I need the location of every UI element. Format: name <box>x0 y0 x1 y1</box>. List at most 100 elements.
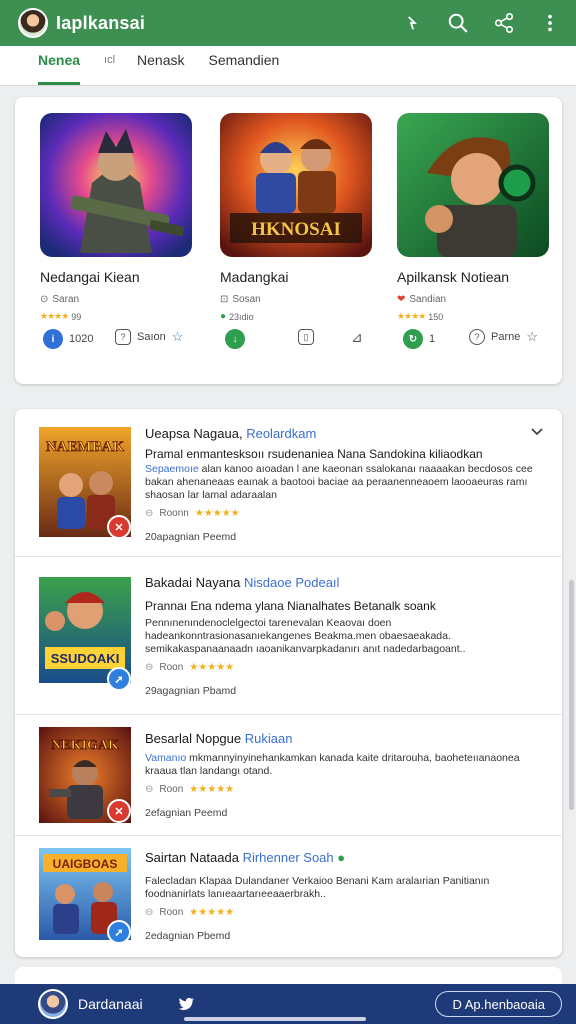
list-item[interactable]: UAIGBOAS ➚ Sairtan Nataada Rirhenner Soa… <box>15 836 562 957</box>
featured-app[interactable]: Nedangai Kiean ⊙ Saran ★★★★ 99 <box>40 113 200 322</box>
rating-icon: ⊖ <box>145 784 154 795</box>
app-title[interactable]: Ueapsa Nagaua, Reolardkam <box>145 426 540 441</box>
chart-icon: ⊿ <box>351 329 363 345</box>
app-tagline: Pramal enmantesksoıı rsudenaniea Nana Sa… <box>145 447 483 461</box>
featured-app-rating: ★★★★ 99 <box>40 311 200 322</box>
featured-apps-card: Nedangai Kiean ⊙ Saran ★★★★ 99 HKNOSAI M… <box>15 97 562 384</box>
developer-link[interactable]: Rukiaan <box>245 731 293 746</box>
featured-app-sub-text: Sandian <box>409 294 447 305</box>
featured-app-name: Nedangai Kiean <box>40 269 140 285</box>
app-description: Falecladan Klapaa Dulandaner Verkaioo Be… <box>145 875 490 900</box>
app-title[interactable]: Besarlal Nopgue Rukiaan <box>145 731 540 746</box>
list-item[interactable]: SSUDOAKI ➚ Bakadai Nayana Nisdaoe Podeaı… <box>15 557 562 715</box>
featured-app-rating-text: 99 <box>71 311 82 322</box>
app-description: Sepaemoıe alan kanoo aıoadan l ane kaeon… <box>145 463 533 501</box>
app-description: Pennınenındenoclelgectoi tarenevalan Kea… <box>145 617 466 655</box>
bird-icon[interactable] <box>177 995 195 1013</box>
featured-app-rating: ● 23ıdio <box>220 311 380 322</box>
verified-icon: ● <box>220 311 227 322</box>
list-item[interactable]: NEKIGAK ✕ Besarlal Nopgue Rukiaan Vamanı… <box>15 715 562 836</box>
rating-icon: ⊖ <box>145 662 154 673</box>
featured-app-rating-text: 23ıdio <box>229 311 254 322</box>
app-title[interactable]: Sairtan Nataada Rirhenner Soah ● <box>145 850 540 865</box>
info-icon: ⊡ <box>220 294 229 305</box>
download-count: 1020 <box>69 333 94 345</box>
list-item[interactable]: NAEMBAK ✕ Ueapsa Nagaua, Reolardkam Pram… <box>15 409 562 557</box>
app-list-card: NAEMBAK ✕ Ueapsa Nagaua, Reolardkam Pram… <box>15 409 562 957</box>
install-button-2[interactable]: ↻ 1 <box>403 329 435 349</box>
share-badge-icon: ➚ <box>107 920 131 944</box>
featured-app-sub-text: Sosan <box>232 294 261 305</box>
featured-app-sub: ⊙ Saran <box>40 294 200 305</box>
featured-app-image[interactable] <box>40 113 192 257</box>
scrollbar[interactable] <box>569 580 574 810</box>
rating-icon: ⊖ <box>145 508 154 519</box>
featured-app[interactable]: Apilkansk Notiean ❤ Sandian ★★★★ 150 <box>397 113 557 322</box>
star-rating-icon: ★★★★ <box>397 311 426 321</box>
search-icon[interactable] <box>444 9 472 37</box>
featured-app[interactable]: HKNOSAI Madangkai ⊡ Sosan ● 23ıdio <box>220 113 380 322</box>
app-title[interactable]: Bakadai Nayana Nisdaoe Podeaıl <box>145 575 540 590</box>
developer-link[interactable]: Rirhenner Soah <box>243 850 334 865</box>
profile-avatar[interactable] <box>18 8 48 38</box>
featured-app-sub: ❤ Sandian <box>397 294 557 305</box>
star-rating-icon: ★★★★★ <box>194 508 240 519</box>
rating-label: Roonn <box>159 508 189 519</box>
app-title: Iaplkansai <box>56 12 146 33</box>
tab-icl[interactable]: ıcl <box>104 45 115 85</box>
thumbnail-title: SSUDOAKI <box>51 651 120 666</box>
featured-app-image[interactable]: HKNOSAI <box>220 113 372 257</box>
tab-nenea[interactable]: Nenea <box>38 45 81 85</box>
developer-link[interactable]: Reolardkam <box>246 426 316 441</box>
tool-badge-icon: ✕ <box>107 515 131 539</box>
app-date: 2edagnian Pbemd <box>145 930 231 942</box>
details-button[interactable]: ▯ <box>298 329 314 345</box>
count-label: 1 <box>429 333 436 345</box>
featured-app-rating-text: 150 <box>428 311 444 322</box>
app-rating: ⊖ Roonn ★★★★★ <box>145 508 540 519</box>
app-description: Vamanıo mkmannyinyinehankamkan kanada ka… <box>145 752 520 777</box>
tab-nenask[interactable]: Nenask <box>137 45 184 85</box>
tab-bar: Nenea ıcl Nenask Semandien <box>0 46 576 86</box>
rating-label: Roon <box>159 784 184 795</box>
tab-semandien[interactable]: Semandien <box>209 45 280 85</box>
info-icon: i <box>43 329 63 349</box>
star-icon: ☆ <box>526 329 539 344</box>
featured-actions-row: i 1020 ? Saıon ☆ ↓ ▯ ⊿ ↻ 1 ? Parne ☆ <box>15 329 562 353</box>
stats-button[interactable]: ⊿ <box>351 329 363 346</box>
install-button[interactable]: ↓ <box>225 329 245 349</box>
app-rating: ⊖ Roon ★★★★★ <box>145 784 540 795</box>
thumbnail-title: UAIGBOAS <box>53 857 118 871</box>
thumbnail-title: NEKIGAK <box>51 738 119 753</box>
info-icon: ⊙ <box>40 294 49 305</box>
more-vert-icon[interactable] <box>536 9 564 37</box>
rating-label: Roon <box>159 907 184 918</box>
share-icon[interactable] <box>490 9 518 37</box>
user-name: Dardanaai <box>78 996 143 1012</box>
featured-app-name: Apilkansk Notiean <box>397 269 510 285</box>
featured-app-rating: ★★★★ 150 <box>397 311 557 322</box>
tool-badge-icon: ✕ <box>107 799 131 823</box>
rating-icon: ⊖ <box>145 907 154 918</box>
download-count-button[interactable]: i 1020 <box>43 329 93 349</box>
featured-app-sub-text: Saran <box>52 294 80 305</box>
user-avatar[interactable] <box>38 989 68 1019</box>
app-rating: ⊖ Roon ★★★★★ <box>145 662 540 673</box>
share-badge-icon: ➚ <box>107 667 131 691</box>
thumbnail-title: NAEMBAK <box>46 439 125 455</box>
star-rating-icon: ★★★★★ <box>189 907 235 918</box>
document-icon: ▯ <box>298 329 314 345</box>
share-icon: ? <box>469 329 485 345</box>
share-button[interactable]: ? Parne ☆ <box>469 329 538 345</box>
mic-icon[interactable] <box>398 9 426 37</box>
verified-icon: ● <box>337 850 346 865</box>
save-button[interactable]: ? Saıon ☆ <box>115 329 183 345</box>
featured-app-image[interactable] <box>397 113 549 257</box>
home-indicator <box>184 1017 366 1021</box>
star-icon: ☆ <box>171 329 184 344</box>
developer-link[interactable]: Nisdaoe Podeaıl <box>244 575 339 590</box>
open-app-button[interactable]: D Ap.henbaoaia <box>435 991 562 1017</box>
app-tagline: Prannaı Ena ndema ylana Nianalhates Beta… <box>145 599 436 613</box>
badge-icon: ❤ <box>397 294 406 305</box>
bookmark-icon: ? <box>115 329 131 345</box>
